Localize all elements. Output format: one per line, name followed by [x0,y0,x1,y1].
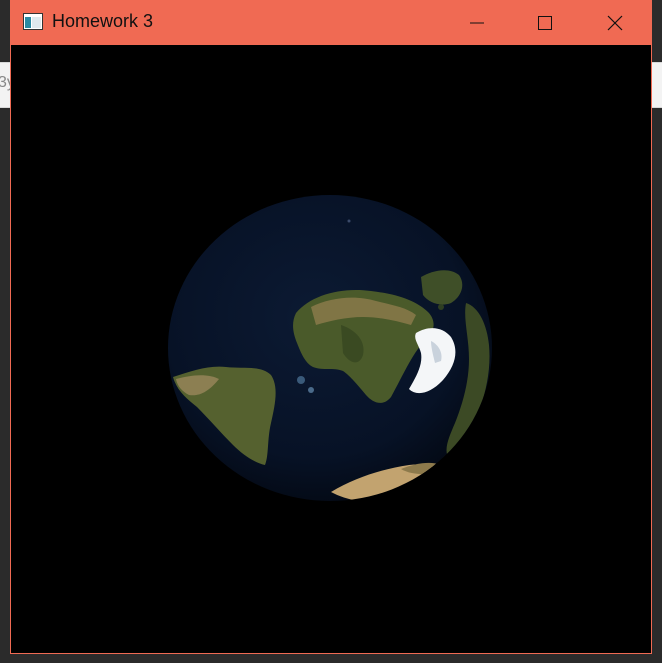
minimize-icon [470,22,484,24]
maximize-icon [538,16,552,30]
app-window-icon [23,13,43,30]
close-button[interactable] [581,1,649,45]
render-canvas[interactable] [11,45,651,653]
maximize-button[interactable] [511,1,579,45]
earth-globe [168,195,492,501]
title-bar[interactable]: Homework 3 [11,1,651,45]
close-icon [607,15,623,31]
minimize-button[interactable] [443,1,511,45]
app-window: Homework 3 [10,0,652,654]
window-title: Homework 3 [52,11,154,31]
